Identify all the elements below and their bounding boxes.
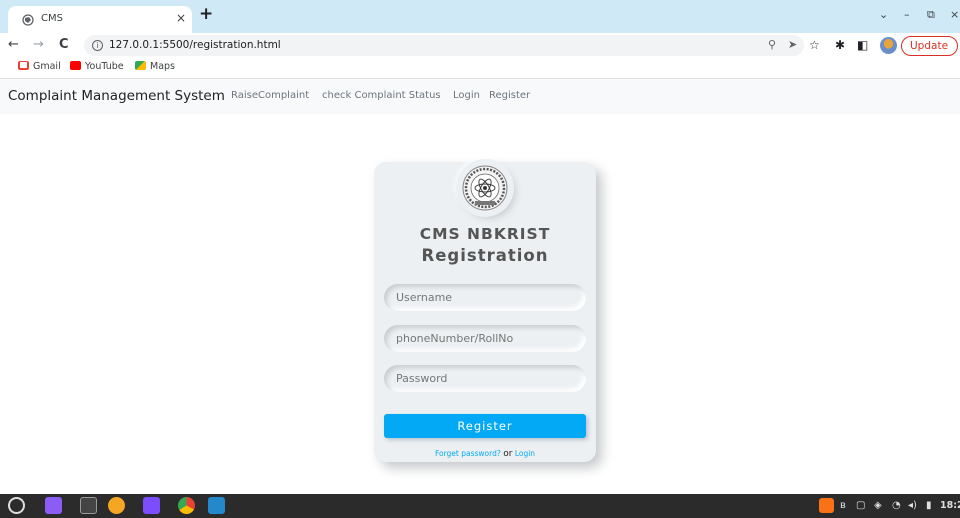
maps-icon [135, 61, 146, 70]
nav-link-check-status[interactable]: check Complaint Status [322, 90, 441, 101]
restore-icon[interactable]: ⧉ [927, 8, 935, 22]
password-field-wrap [384, 365, 586, 392]
form-title-line2: Registration [421, 246, 549, 265]
forgot-password-link[interactable]: Forget password? [435, 449, 501, 458]
form-title: CMS NBKRIST Registration [374, 224, 596, 266]
clock[interactable]: 18:2 [940, 500, 960, 512]
folder-icon[interactable] [143, 497, 160, 514]
register-button[interactable]: Register [384, 414, 586, 438]
vscode-icon[interactable] [208, 497, 225, 514]
reload-icon[interactable]: C [59, 37, 69, 53]
site-navbar: Complaint Management System RaiseComplai… [0, 78, 960, 114]
youtube-icon [70, 61, 81, 70]
close-window-icon[interactable]: × [950, 8, 959, 22]
nav-link-raise-complaint[interactable]: RaiseComplaint [231, 90, 309, 101]
extensions-icon[interactable]: ✱ [835, 38, 845, 52]
username-field-wrap [384, 284, 586, 311]
volume-icon[interactable]: ◂) [908, 500, 917, 512]
zoom-icon[interactable]: ⚲ [768, 38, 776, 51]
or-text: or [503, 449, 513, 459]
nav-link-register[interactable]: Register [489, 90, 530, 101]
bookmark-gmail[interactable]: Gmail [18, 60, 61, 74]
site-info-icon[interactable]: i [92, 40, 103, 51]
clipboard-icon[interactable]: ▢ [856, 500, 865, 512]
bookmark-star-icon[interactable]: ☆ [809, 38, 820, 52]
wifi-icon[interactable]: ◔ [892, 500, 901, 512]
form-title-line1: CMS NBKRIST [419, 225, 551, 243]
start-menu-icon[interactable] [8, 497, 25, 514]
password-input[interactable] [384, 365, 586, 392]
address-bar[interactable]: i 127.0.0.1:5500/registration.html ⚲ ➤ [84, 35, 804, 56]
bookmark-youtube[interactable]: YouTube [70, 60, 124, 74]
update-label: Update [910, 40, 949, 52]
tray-app-icon[interactable] [819, 498, 834, 513]
chrome-icon[interactable] [178, 497, 195, 514]
forward-icon[interactable]: → [33, 37, 44, 53]
web-page: Complaint Management System RaiseComplai… [0, 78, 960, 494]
battery-icon[interactable]: ▮ [926, 500, 932, 512]
os-taskbar: ʙ ▢ ◈ ◔ ◂) ▮ 18:2 [0, 494, 960, 518]
navbar-brand[interactable]: Complaint Management System [8, 88, 225, 104]
profile-avatar[interactable] [880, 37, 897, 54]
username-input[interactable] [384, 284, 586, 311]
globe-icon [22, 14, 34, 26]
phone-rollno-input[interactable] [384, 325, 586, 352]
bookmarks-bar: Gmail YouTube Maps [0, 58, 960, 78]
share-icon[interactable]: ➤ [788, 38, 797, 51]
browser-tab[interactable]: CMS × [8, 6, 192, 33]
bluetooth-icon[interactable]: ʙ [840, 500, 846, 512]
shield-icon[interactable]: ◈ [874, 500, 882, 512]
tab-close-icon[interactable]: × [176, 11, 186, 25]
college-emblem-icon [462, 165, 508, 211]
login-link[interactable]: Login [515, 449, 535, 458]
tab-search-icon[interactable]: ⌄ [879, 8, 888, 22]
terminal-icon[interactable] [80, 497, 97, 514]
app-icon[interactable] [108, 497, 125, 514]
college-logo [459, 162, 511, 214]
back-icon[interactable]: ← [8, 37, 19, 53]
minimize-icon[interactable]: – [904, 8, 910, 22]
tab-title: CMS [41, 13, 63, 24]
phone-field-wrap [384, 325, 586, 352]
url-text[interactable]: 127.0.0.1:5500/registration.html [109, 39, 281, 51]
gmail-icon [18, 61, 29, 70]
bookmark-maps[interactable]: Maps [135, 60, 175, 74]
registration-card: CMS NBKRIST Registration Register Forget… [374, 162, 596, 462]
browser-tab-strip: CMS × + ⌄ – ⧉ × [0, 0, 960, 33]
nav-link-login[interactable]: Login [453, 90, 480, 101]
files-icon[interactable] [45, 497, 62, 514]
update-button[interactable]: Update ⋮ [901, 36, 958, 70]
form-footer: Forget password? or Login [374, 449, 596, 459]
side-panel-icon[interactable]: ◧ [857, 38, 868, 52]
new-tab-button[interactable]: + [199, 4, 213, 24]
